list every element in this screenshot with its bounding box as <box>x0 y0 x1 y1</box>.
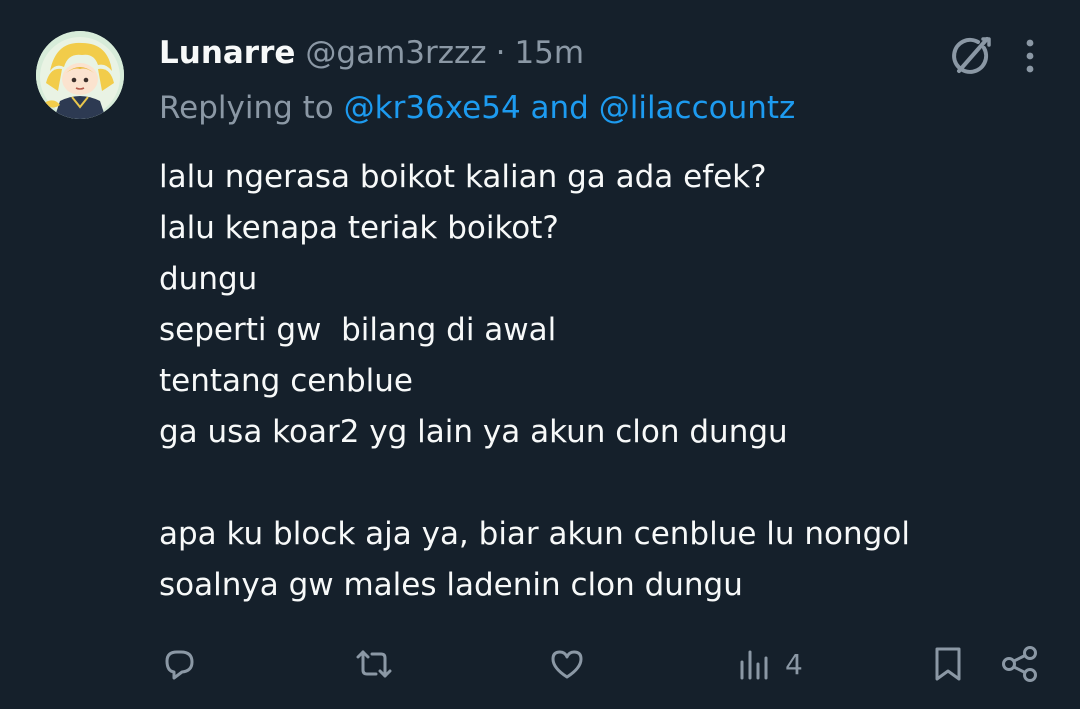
tweet-text: lalu ngerasa boikot kalian ga ada efek? … <box>159 152 1039 611</box>
bookmark-icon <box>935 647 961 681</box>
tweet-text-line: lalu kenapa teriak boikot? <box>159 210 559 246</box>
tweet-card[interactable]: Lunarre @gam3rzzz · 15m Replying to @kr3… <box>0 0 1080 709</box>
heart-icon <box>551 650 583 679</box>
tweet-text-line: ga usa koar2 yg lain ya akun clon dungu <box>159 414 788 450</box>
grok-button[interactable] <box>944 30 996 82</box>
tweet-text-line: dungu <box>159 261 258 297</box>
reply-mention-link[interactable]: @kr36xe54 <box>344 90 521 126</box>
tweet-text-line: soalnya gw males ladenin clon dungu <box>159 567 743 603</box>
tweet-text-line: tentang cenblue <box>159 363 413 399</box>
like-button[interactable] <box>547 638 587 690</box>
avatar-illustration <box>36 31 124 119</box>
separator-dot: · <box>495 35 506 71</box>
replying-prefix: Replying to <box>159 90 344 126</box>
views-count: 4 <box>785 647 803 681</box>
share-icon <box>1002 646 1037 682</box>
tweet-text-line: lalu ngerasa boikot kalian ga ada efek? <box>159 159 767 195</box>
bar-chart-icon <box>740 650 768 680</box>
tweet-text-line <box>159 458 1039 509</box>
tweet-text-line: apa ku block aja ya, biar akun cenblue l… <box>159 516 910 552</box>
tweet-text-line: seperti gw bilang di awal <box>159 312 557 348</box>
avatar[interactable] <box>36 31 124 119</box>
bookmark-button[interactable] <box>929 638 967 690</box>
reply-and-text: and <box>520 90 599 126</box>
user-handle[interactable]: @gam3rzzz <box>305 35 486 71</box>
tweet-header: Lunarre @gam3rzzz · 15m <box>159 30 584 76</box>
tweet-action-bar: 4 <box>159 638 1049 690</box>
display-name[interactable]: Lunarre <box>159 35 295 71</box>
reply-button[interactable] <box>159 638 199 690</box>
repost-icon <box>356 650 392 678</box>
grok-icon <box>952 37 991 74</box>
replying-to: Replying to @kr36xe54 and @lilaccountz <box>159 86 795 130</box>
more-vertical-icon <box>1026 39 1034 73</box>
speech-bubble-icon <box>165 650 194 680</box>
share-button[interactable] <box>999 638 1041 690</box>
more-options-button[interactable] <box>1010 30 1050 82</box>
tweet-top-actions <box>944 30 1050 82</box>
reply-mention-link[interactable]: @lilaccountz <box>599 90 796 126</box>
views-button[interactable]: 4 <box>737 638 803 690</box>
timestamp[interactable]: 15m <box>514 35 584 71</box>
repost-button[interactable] <box>352 638 396 690</box>
